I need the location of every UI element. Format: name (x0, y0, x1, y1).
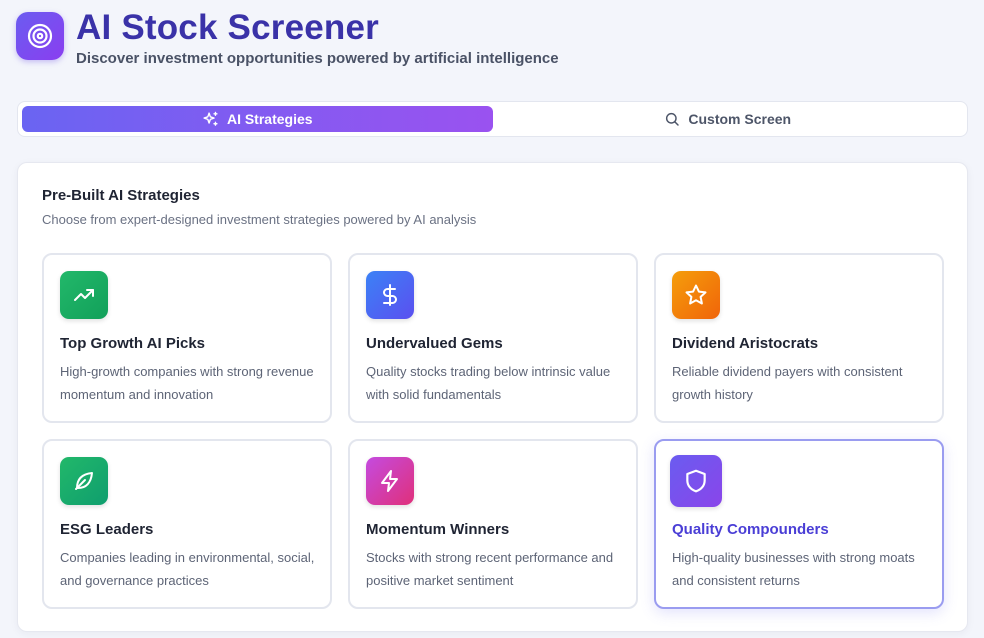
strategy-description: High-quality businesses with strong moat… (672, 550, 915, 588)
shield-icon (670, 455, 722, 507)
tab-label: AI Strategies (226, 111, 313, 127)
strategy-card-top-growth[interactable]: Top Growth AI Picks High-growth companie… (42, 253, 332, 423)
sparkles-icon (202, 111, 219, 128)
strategy-description: Companies leading in environmental, soci… (60, 550, 315, 588)
tab-ai-strategies[interactable]: AI Strategies (22, 106, 493, 132)
target-icon (16, 12, 64, 60)
strategy-card-esg-leaders[interactable]: ESG Leaders Companies leading in environ… (42, 439, 332, 609)
search-icon (664, 111, 680, 127)
panel-description: Choose from expert-designed investment s… (42, 212, 477, 227)
strategy-card-undervalued-gems[interactable]: Undervalued Gems Quality stocks trading … (348, 253, 638, 423)
leaf-icon (60, 457, 108, 505)
strategy-card-quality-compounders[interactable]: Quality Compounders High-quality busines… (654, 439, 944, 609)
app-header: AI Stock Screener Discover investment op… (16, 10, 559, 67)
tab-custom-screen[interactable]: Custom Screen (493, 106, 964, 132)
strategy-title: Top Growth AI Picks (60, 335, 206, 352)
star-icon (672, 271, 720, 319)
strategy-title: Undervalued Gems (366, 335, 503, 352)
screener-tabs: AI Strategies Custom Screen (17, 101, 968, 137)
lightning-icon (366, 457, 414, 505)
strategy-card-momentum-winners[interactable]: Momentum Winners Stocks with strong rece… (348, 439, 638, 609)
app-subtitle: Discover investment opportunities powere… (76, 50, 559, 67)
strategy-title: Momentum Winners (366, 521, 510, 538)
strategy-title: Dividend Aristocrats (672, 335, 819, 352)
strategy-title: Quality Compounders (672, 521, 829, 538)
strategy-description: Stocks with strong recent performance an… (366, 550, 614, 588)
strategy-title: ESG Leaders (60, 521, 154, 538)
strategy-description: Quality stocks trading below intrinsic v… (366, 364, 611, 402)
strategy-description: High-growth companies with strong revenu… (60, 364, 314, 402)
strategies-panel: Pre-Built AI Strategies Choose from expe… (17, 162, 968, 632)
trending-up-icon (60, 271, 108, 319)
strategy-description: Reliable dividend payers with consistent… (672, 364, 903, 402)
panel-title: Pre-Built AI Strategies (42, 187, 200, 204)
dollar-icon (366, 271, 414, 319)
strategy-card-dividend-aristocrats[interactable]: Dividend Aristocrats Reliable dividend p… (654, 253, 944, 423)
tab-label: Custom Screen (688, 111, 792, 127)
app-title: AI Stock Screener (76, 8, 379, 47)
ai-stock-screener-page: AI Stock Screener Discover investment op… (0, 0, 984, 638)
